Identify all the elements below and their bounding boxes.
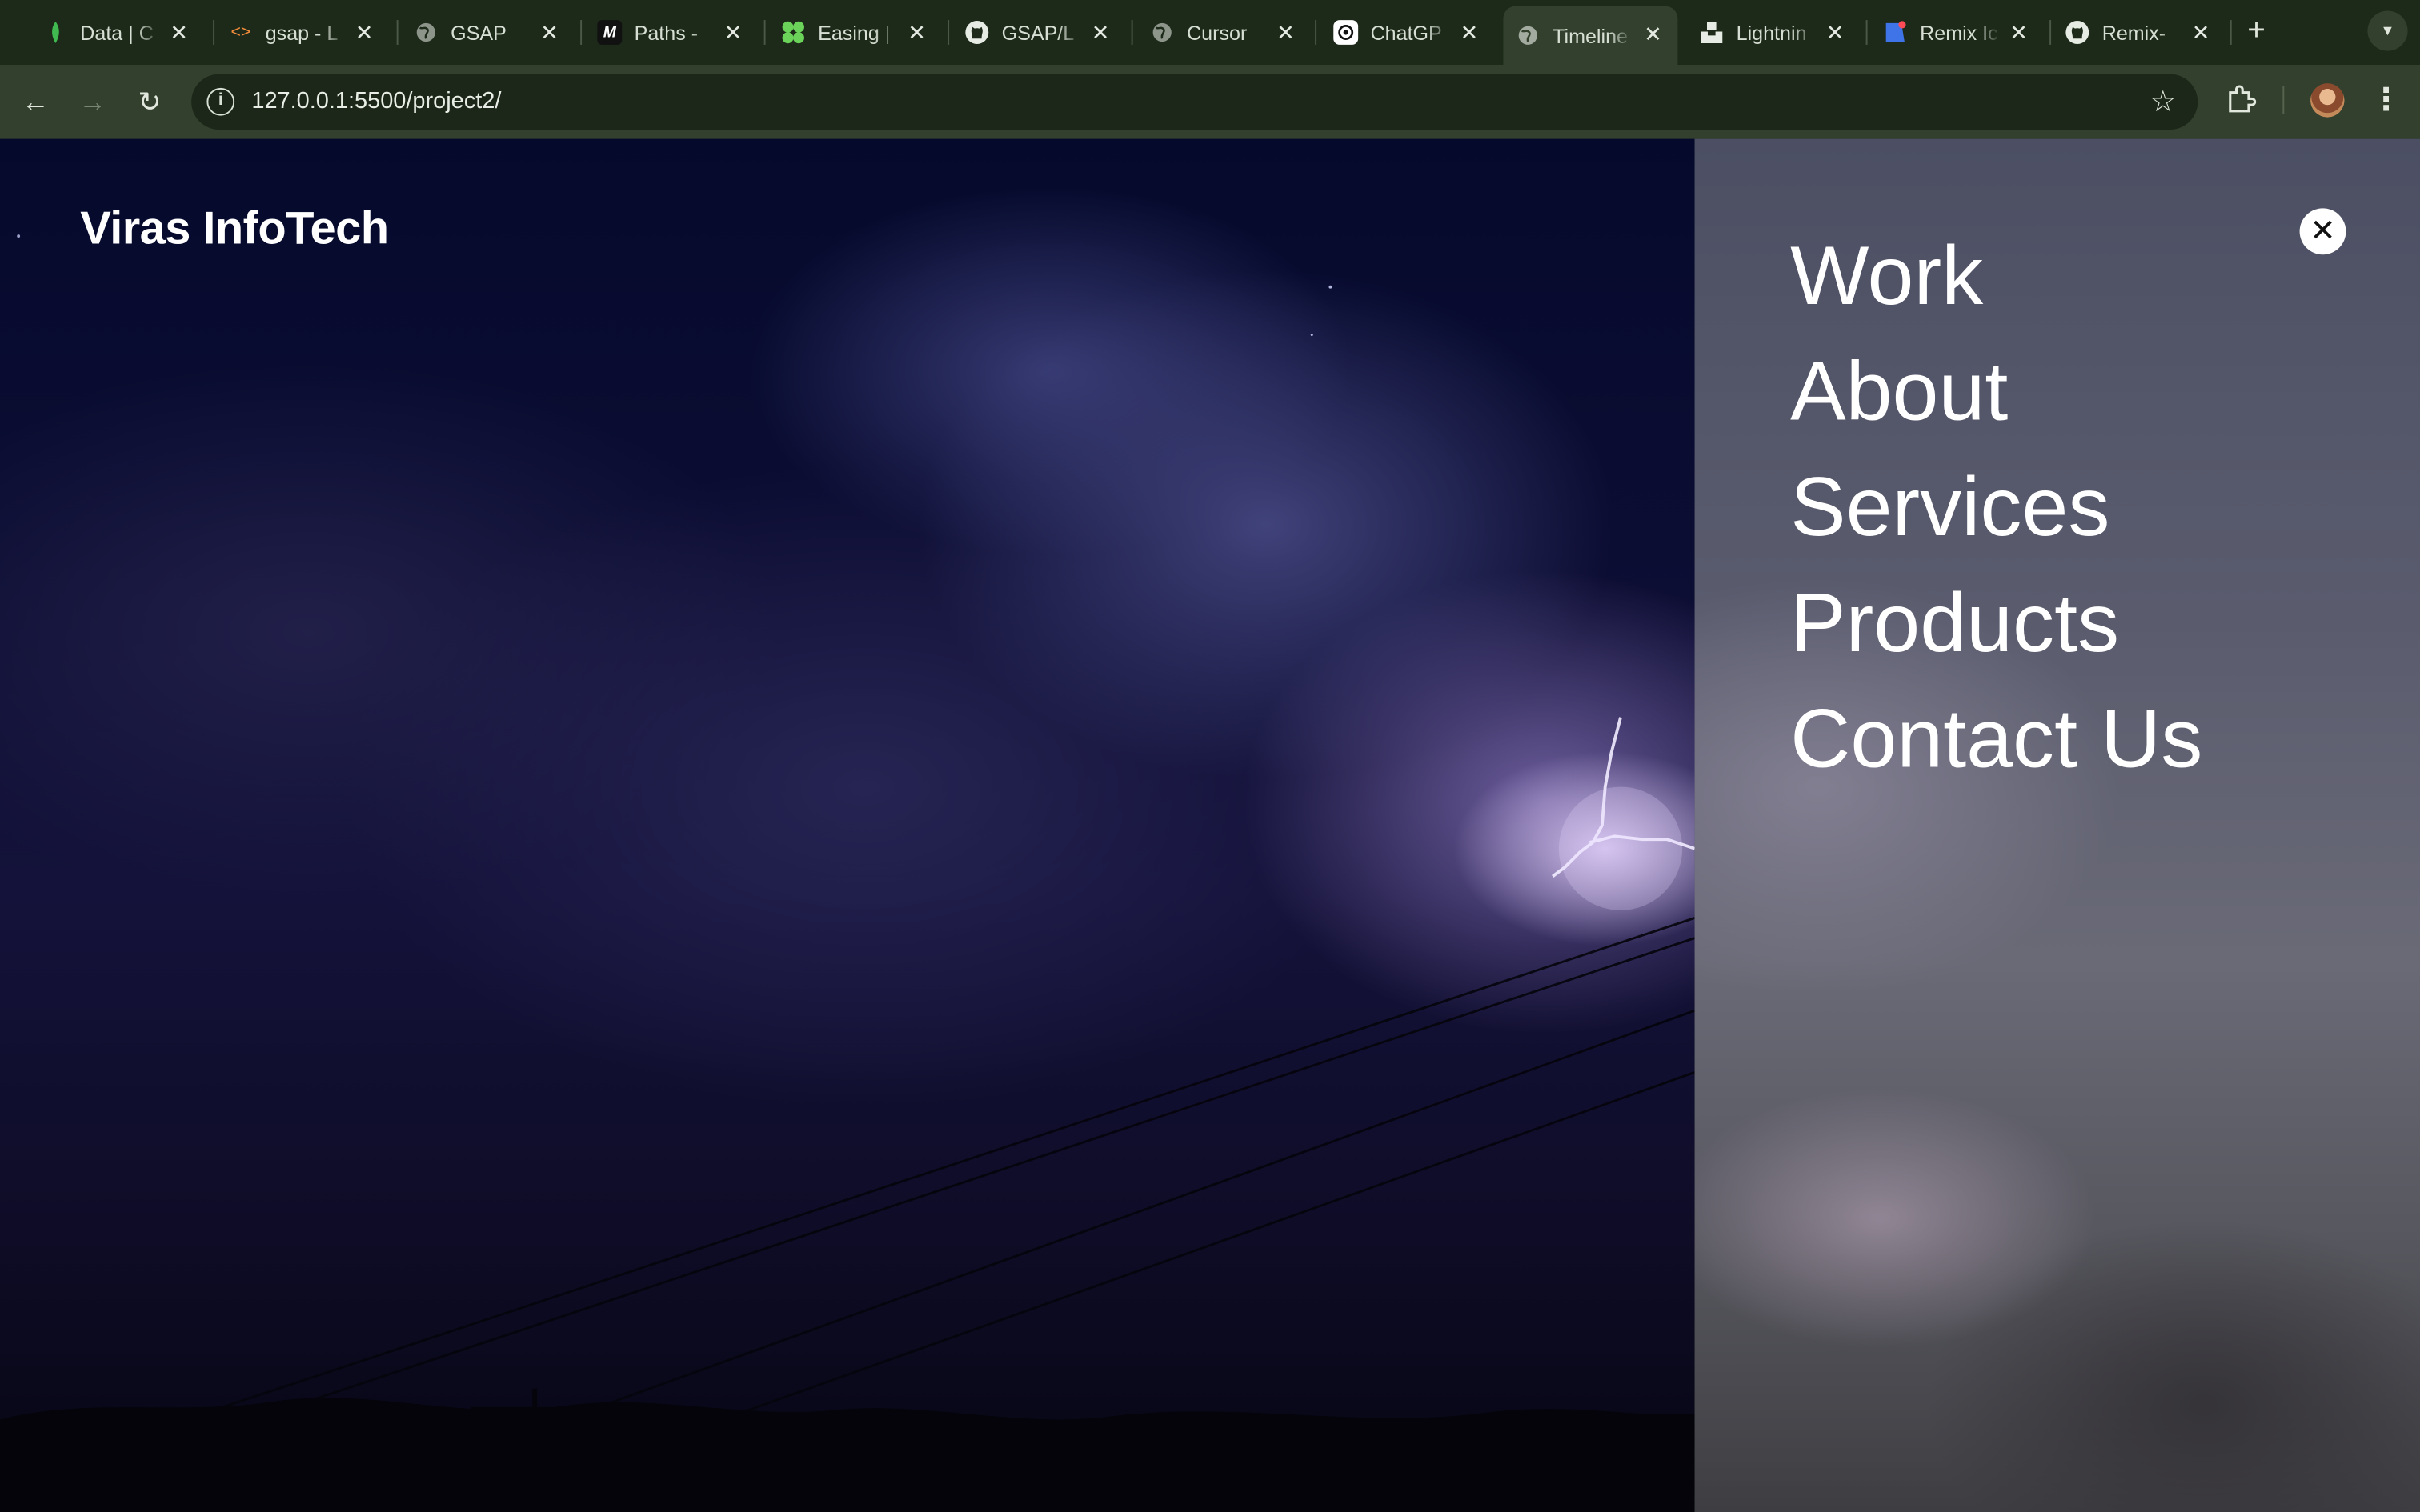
tab-title: Easing | bbox=[818, 21, 891, 44]
tab-search-chevron-icon[interactable]: ▾ bbox=[2367, 10, 2408, 51]
profile-avatar[interactable] bbox=[2310, 83, 2345, 118]
github-icon bbox=[964, 20, 989, 45]
tab-paths[interactable]: M Paths - ✕ bbox=[585, 10, 758, 56]
tab-data[interactable]: Data | C ✕ bbox=[31, 10, 204, 56]
mongodb-leaf-icon bbox=[43, 20, 68, 45]
tab-separator bbox=[396, 20, 399, 45]
nav-item-work[interactable]: Work bbox=[1790, 219, 2202, 335]
tab-separator bbox=[1131, 20, 1133, 45]
tab-title: Remix- bbox=[2101, 21, 2166, 44]
unsplash-icon bbox=[1699, 20, 1724, 45]
nav-item-about[interactable]: About bbox=[1790, 334, 2202, 450]
bookmark-star-icon[interactable]: ☆ bbox=[2150, 85, 2176, 120]
power-lines-graphic bbox=[0, 234, 1695, 1512]
fullscreen-nav-panel: Work About Services Products Contact Us … bbox=[1694, 138, 2420, 1512]
address-bar-url[interactable]: 127.0.0.1:5500/project2/ bbox=[251, 88, 501, 114]
tab-title: GSAP/L bbox=[1001, 21, 1075, 44]
page-viewport: Viras InfoTech Work About Services Produ… bbox=[0, 138, 2420, 1512]
brand-logo-text[interactable]: Viras InfoTech bbox=[80, 204, 389, 257]
site-info-icon[interactable]: i bbox=[206, 87, 235, 116]
tab-gsap-search[interactable]: <> gsap - L ✕ bbox=[216, 10, 389, 56]
tab-separator bbox=[2049, 20, 2052, 45]
new-tab-button[interactable]: + bbox=[2241, 15, 2272, 46]
tab-close-icon[interactable]: ✕ bbox=[904, 20, 929, 45]
github-icon bbox=[2065, 20, 2089, 45]
tab-separator bbox=[948, 20, 950, 45]
tab-close-icon[interactable]: ✕ bbox=[166, 20, 191, 45]
tab-title: ChatGP bbox=[1370, 21, 1442, 44]
tab-separator bbox=[580, 20, 583, 45]
tab-title: Remix Ic bbox=[1920, 21, 1998, 44]
tab-title: Lightnin bbox=[1736, 21, 1807, 44]
kebab-menu-icon[interactable]: ⋮ bbox=[2370, 82, 2402, 118]
tab-title: Data | C bbox=[80, 21, 154, 44]
remix-icon bbox=[1883, 20, 1908, 45]
tab-close-icon[interactable]: ✕ bbox=[352, 20, 377, 45]
tab-chatgpt[interactable]: ChatGP ✕ bbox=[1321, 10, 1494, 56]
tab-separator bbox=[2230, 20, 2232, 45]
tab-title: Cursor bbox=[1187, 21, 1248, 44]
tab-close-icon[interactable]: ✕ bbox=[537, 20, 562, 45]
tab-title: Paths - bbox=[634, 21, 699, 44]
nav-item-products[interactable]: Products bbox=[1790, 566, 2202, 682]
tab-cursor[interactable]: Cursor ✕ bbox=[1137, 10, 1310, 56]
tab-easing[interactable]: Easing | ✕ bbox=[768, 10, 941, 56]
tab-separator bbox=[1865, 20, 1868, 45]
nav-menu-list: Work About Services Products Contact Us bbox=[1790, 219, 2202, 798]
globe-icon bbox=[1150, 20, 1175, 45]
tab-separator bbox=[1315, 20, 1317, 45]
tab-title: GSAP bbox=[451, 21, 507, 44]
globe-icon bbox=[1516, 23, 1541, 48]
tab-close-icon[interactable]: ✕ bbox=[2006, 20, 2031, 45]
back-arrow-icon[interactable]: ← bbox=[17, 83, 54, 120]
chatgpt-icon bbox=[1333, 20, 1359, 45]
forward-arrow-icon[interactable]: → bbox=[74, 83, 111, 120]
browser-window: Data | C ✕ <> gsap - L ✕ GSAP ✕ M Paths … bbox=[0, 0, 2420, 1512]
nav-item-contact-us[interactable]: Contact Us bbox=[1790, 682, 2202, 798]
tab-remix-icon[interactable]: Remix Ic ✕ bbox=[1870, 10, 2043, 56]
storm-hero-image: Viras InfoTech bbox=[0, 138, 1695, 1512]
tab-title: gsap - L bbox=[265, 21, 339, 44]
tab-strip: Data | C ✕ <> gsap - L ✕ GSAP ✕ M Paths … bbox=[0, 0, 2420, 65]
tab-gsap-github[interactable]: GSAP/L ✕ bbox=[952, 10, 1125, 56]
tab-remix-github[interactable]: Remix- ✕ bbox=[2053, 10, 2226, 56]
tab-close-icon[interactable]: ✕ bbox=[721, 20, 746, 45]
reload-icon[interactable]: ↻ bbox=[131, 83, 168, 120]
nav-item-services[interactable]: Services bbox=[1790, 450, 2202, 566]
tab-close-icon[interactable]: ✕ bbox=[1641, 22, 1665, 46]
tab-close-icon[interactable]: ✕ bbox=[1088, 20, 1113, 45]
tab-close-icon[interactable]: ✕ bbox=[1273, 20, 1298, 45]
code-brackets-icon: <> bbox=[230, 22, 251, 42]
menu-close-icon[interactable]: ✕ bbox=[2299, 208, 2346, 255]
tab-timeline-active[interactable]: Timeline ✕ bbox=[1503, 6, 1678, 65]
extensions-puzzle-icon[interactable] bbox=[2224, 82, 2258, 115]
globe-icon bbox=[414, 20, 439, 45]
tab-close-icon[interactable]: ✕ bbox=[1457, 20, 1482, 45]
tab-separator bbox=[763, 20, 766, 45]
tab-lightning[interactable]: Lightnin ✕ bbox=[1687, 10, 1860, 56]
address-bar[interactable]: i 127.0.0.1:5500/project2/ ☆ bbox=[191, 74, 2198, 130]
tab-title: Timeline bbox=[1553, 23, 1628, 47]
tab-close-icon[interactable]: ✕ bbox=[1823, 20, 1848, 45]
tab-close-icon[interactable]: ✕ bbox=[2189, 20, 2214, 45]
tab-gsap[interactable]: GSAP ✕ bbox=[401, 10, 574, 56]
toolbar-divider bbox=[2282, 86, 2285, 114]
green-clover-icon bbox=[781, 20, 806, 45]
browser-toolbar: ← → ↻ i 127.0.0.1:5500/project2/ ☆ bbox=[0, 64, 2420, 139]
tab-separator bbox=[213, 20, 215, 45]
m-logo-icon: M bbox=[597, 20, 623, 45]
